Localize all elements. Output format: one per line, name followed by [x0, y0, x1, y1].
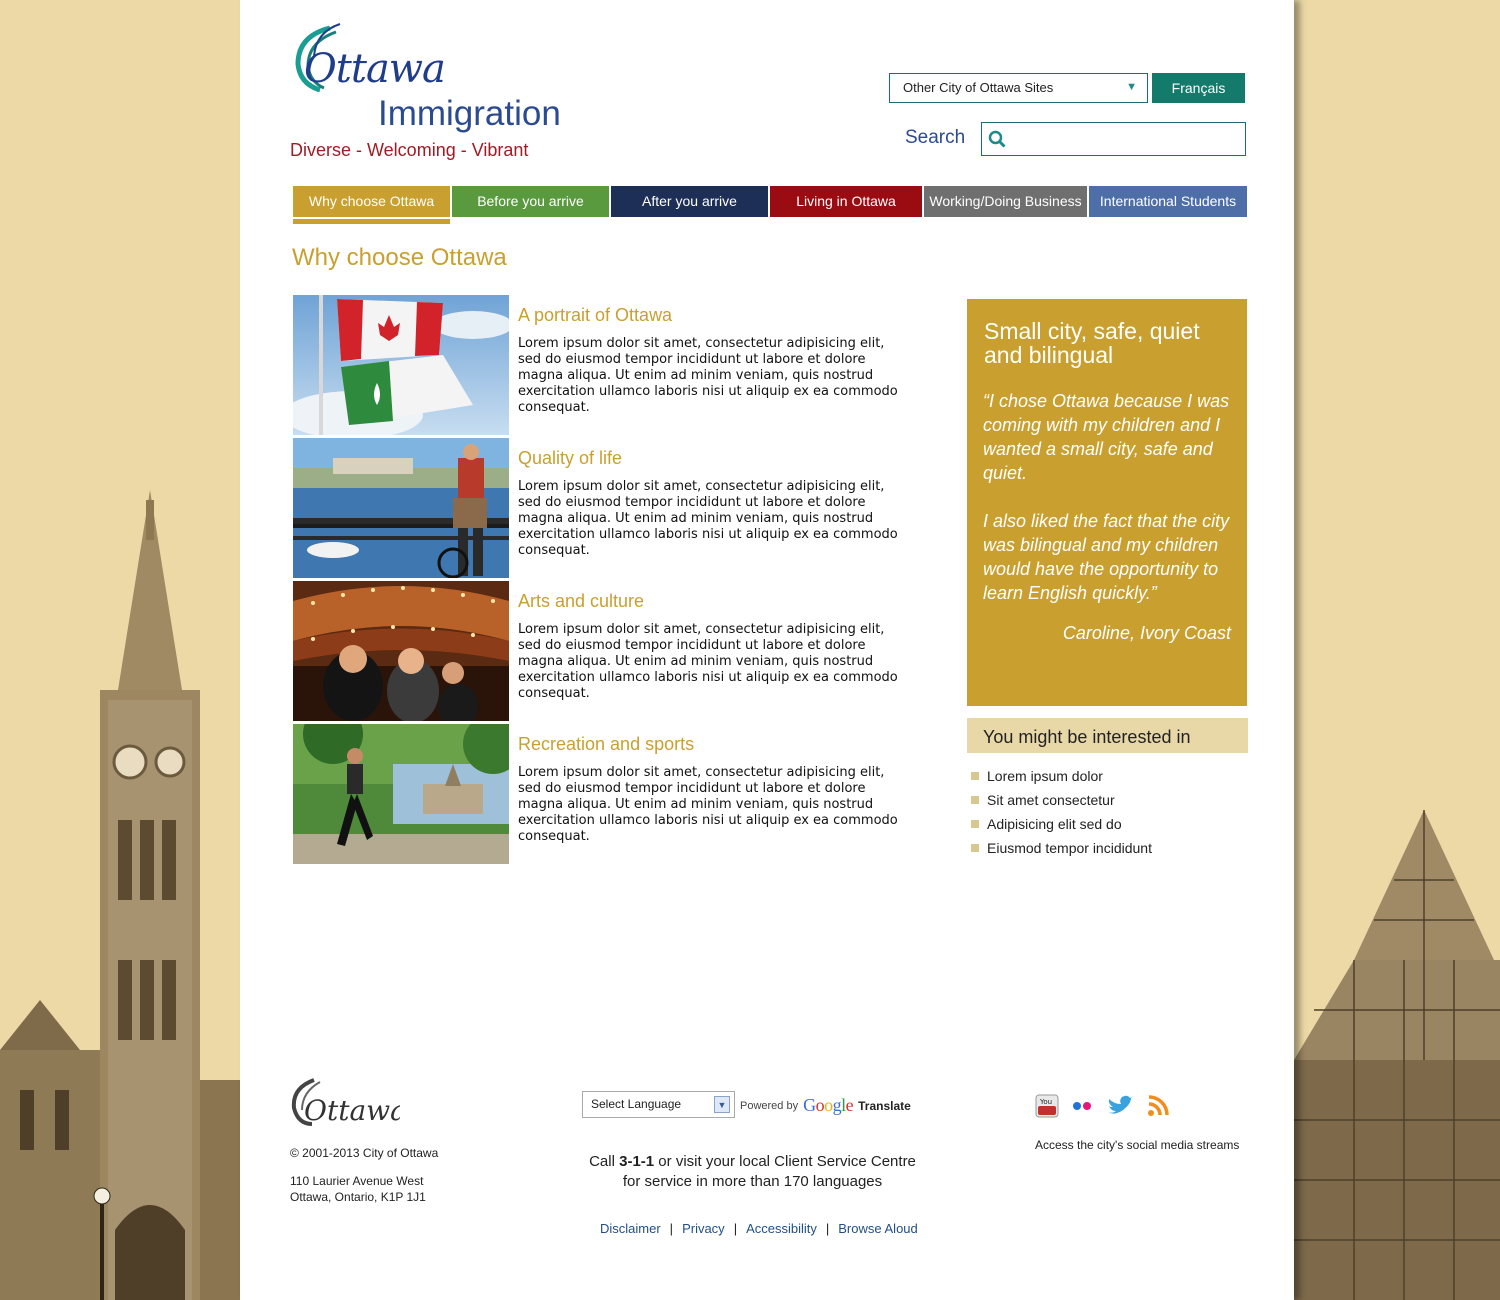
- link-separator: |: [733, 1221, 738, 1236]
- chevron-down-icon: ▼: [714, 1096, 730, 1113]
- feature-portrait-of-ottawa: A portrait of Ottawa Lorem ipsum dolor s…: [293, 295, 913, 435]
- feature-text: Lorem ipsum dolor sit amet, consectetur …: [518, 622, 898, 701]
- interested-heading: You might be interested in: [967, 718, 1248, 753]
- call-line2: for service in more than 170 languages: [622, 1173, 883, 1190]
- powered-by-label: Powered by: [740, 1099, 799, 1112]
- nav-after-you-arrive[interactable]: After you arrive: [611, 186, 768, 217]
- footer-links: Disclaimer | Privacy | Accessibility | B…: [600, 1221, 918, 1236]
- feature-title[interactable]: Arts and culture: [518, 591, 644, 612]
- background-gallery-building: [1294, 0, 1500, 1300]
- search-label: Search: [905, 127, 966, 148]
- dropdown-arrow-icon: ▼: [1126, 81, 1137, 93]
- interested-link[interactable]: Eiusmod tempor incididunt: [971, 836, 1152, 860]
- flickr-icon[interactable]: [1070, 1094, 1094, 1118]
- footer-ottawa-logo[interactable]: Ottawa: [290, 1078, 407, 1128]
- testimonial-box: Small city, safe, quiet and bilingual “I…: [967, 299, 1247, 706]
- feature-title[interactable]: Recreation and sports: [518, 734, 694, 755]
- other-sites-select[interactable]: Other City of Ottawa Sites ▼: [889, 73, 1148, 103]
- language-select[interactable]: Select Language ▼: [582, 1091, 735, 1118]
- browse-aloud-link[interactable]: Browse Aloud: [838, 1221, 918, 1236]
- page-container: Ottawa Immigration Diverse - Welcoming -…: [240, 0, 1294, 1300]
- nav-why-choose-ottawa[interactable]: Why choose Ottawa: [293, 186, 450, 224]
- call-info: Call 3-1-1 or visit your local Client Se…: [570, 1152, 935, 1192]
- google-translate-credit: Powered by Google Translate: [740, 1095, 911, 1116]
- logo-subtitle: Immigration: [378, 94, 561, 133]
- link-separator: |: [669, 1221, 674, 1236]
- river-cyclist-photo[interactable]: [293, 438, 509, 578]
- disclaimer-link[interactable]: Disclaimer: [600, 1221, 661, 1236]
- social-icons: You: [1035, 1094, 1170, 1118]
- feature-arts-and-culture: Arts and culture Lorem ipsum dolor sit a…: [293, 581, 913, 721]
- logo-wordmark: Ottawa: [304, 46, 446, 92]
- address: 110 Laurier Avenue West Ottawa, Ontario,…: [290, 1173, 426, 1205]
- other-sites-label: Other City of Ottawa Sites: [903, 80, 1054, 95]
- feature-text: Lorem ipsum dolor sit amet, consectetur …: [518, 765, 898, 844]
- testimonial-heading: Small city, safe, quiet and bilingual: [984, 318, 1200, 368]
- rss-icon[interactable]: [1146, 1094, 1170, 1118]
- testimonial-text: “I chose Ottawa because I was coming wit…: [983, 391, 1230, 603]
- interested-links: Lorem ipsum dolor Sit amet consectetur A…: [971, 764, 1152, 860]
- link-separator: |: [825, 1221, 830, 1236]
- privacy-link[interactable]: Privacy: [682, 1221, 725, 1236]
- background-parliament-tower: [0, 0, 240, 1300]
- footer-logo-text: Ottawa: [304, 1094, 400, 1127]
- search-input[interactable]: [981, 122, 1246, 156]
- svg-text:You: You: [1039, 1098, 1052, 1106]
- main-navigation: Why choose Ottawa Before you arrive Afte…: [293, 186, 1247, 224]
- feature-quality-of-life: Quality of life Lorem ipsum dolor sit am…: [293, 438, 913, 578]
- tagline: Diverse - Welcoming - Vibrant: [290, 140, 529, 160]
- nav-before-you-arrive[interactable]: Before you arrive: [452, 186, 609, 217]
- address-line2: Ottawa, Ontario, K1P 1J1: [290, 1190, 426, 1204]
- jogger-photo[interactable]: [293, 724, 509, 864]
- call-suffix: or visit your local Client Service Centr…: [654, 1153, 916, 1170]
- address-line1: 110 Laurier Avenue West: [290, 1174, 424, 1188]
- interested-link[interactable]: Adipisicing elit sed do: [971, 812, 1152, 836]
- feature-text: Lorem ipsum dolor sit amet, consectetur …: [518, 336, 898, 415]
- theatre-audience-photo[interactable]: [293, 581, 509, 721]
- social-caption: Access the city's social media streams: [1035, 1138, 1240, 1152]
- francais-button[interactable]: Français: [1152, 73, 1245, 103]
- google-logo-icon[interactable]: Google: [803, 1095, 853, 1116]
- accessibility-link[interactable]: Accessibility: [746, 1221, 817, 1236]
- feature-recreation-and-sports: Recreation and sports Lorem ipsum dolor …: [293, 724, 913, 864]
- nav-living-in-ottawa[interactable]: Living in Ottawa: [770, 186, 922, 217]
- call-prefix: Call: [589, 1153, 620, 1170]
- interested-link[interactable]: Lorem ipsum dolor: [971, 764, 1152, 788]
- twitter-icon[interactable]: [1105, 1094, 1135, 1118]
- flags-photo[interactable]: [293, 295, 509, 435]
- call-number: 3-1-1: [619, 1153, 655, 1170]
- translate-label[interactable]: Translate: [858, 1099, 911, 1113]
- search-icon[interactable]: [988, 130, 1006, 148]
- language-select-label: Select Language: [591, 1097, 682, 1111]
- interested-link[interactable]: Sit amet consectetur: [971, 788, 1152, 812]
- feature-title[interactable]: Quality of life: [518, 448, 622, 469]
- nav-working-doing-business[interactable]: Working/Doing Business: [924, 186, 1087, 217]
- youtube-icon[interactable]: You: [1035, 1094, 1059, 1118]
- copyright: © 2001-2013 City of Ottawa: [290, 1146, 439, 1160]
- ottawa-immigration-logo[interactable]: Ottawa Immigration Diverse - Welcoming -…: [290, 22, 570, 172]
- page-title: Why choose Ottawa: [292, 244, 507, 271]
- feature-text: Lorem ipsum dolor sit amet, consectetur …: [518, 479, 898, 558]
- feature-title[interactable]: A portrait of Ottawa: [518, 305, 672, 326]
- testimonial-author: Caroline, Ivory Coast: [1062, 623, 1231, 643]
- nav-international-students[interactable]: International Students: [1089, 186, 1247, 217]
